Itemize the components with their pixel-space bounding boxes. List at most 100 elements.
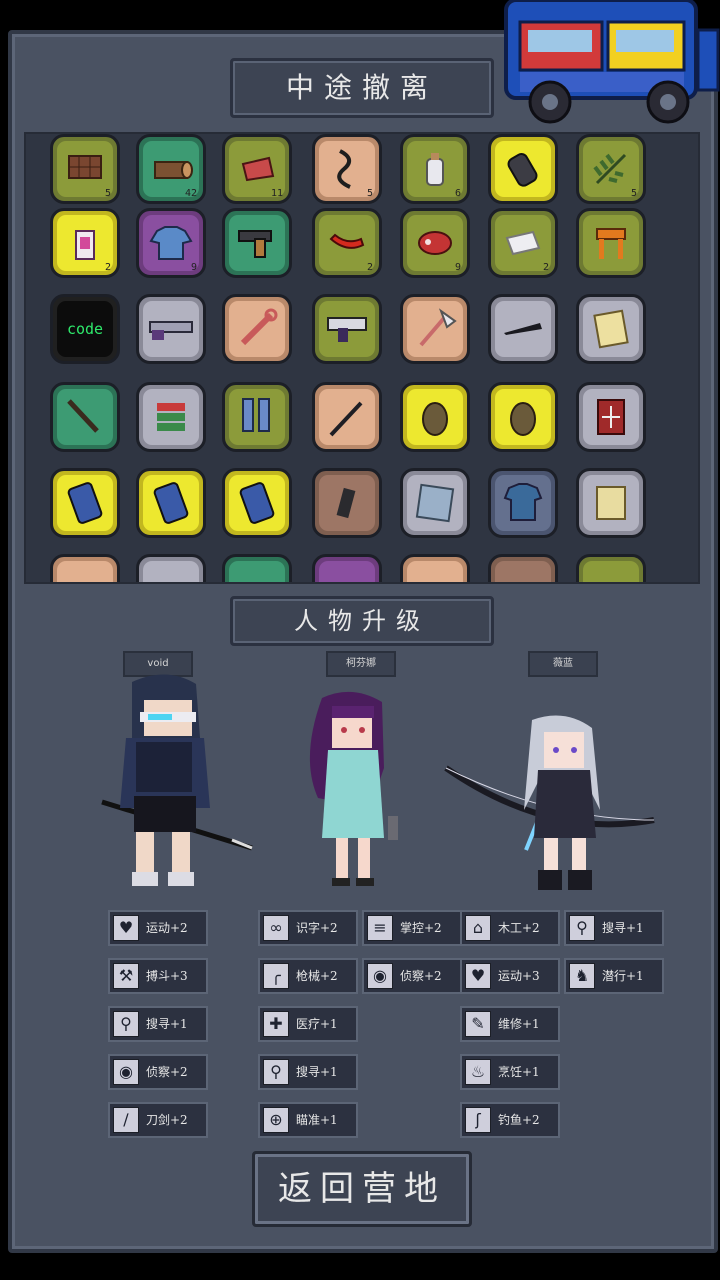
inventory-slot-recipe-card[interactable] — [576, 294, 646, 364]
skill-blade[interactable]: ∕ 刀剑+2 — [108, 1102, 208, 1138]
skill-label: 运动+2 — [146, 921, 188, 935]
inventory-slot-pinecone-grenade[interactable] — [488, 382, 558, 452]
inventory-slot-chili-pepper[interactable]: 2 — [312, 208, 382, 278]
inventory-slot-cloth[interactable]: 2 — [488, 208, 558, 278]
heart-icon: ♥ — [465, 963, 491, 989]
inventory-slot-code-book[interactable]: code — [50, 294, 120, 364]
skill-heart[interactable]: ♥ 运动+2 — [108, 910, 208, 946]
inventory-slot-red-manual[interactable] — [576, 382, 646, 452]
skill-label: 侦察+2 — [146, 1065, 188, 1079]
item-count: 5 — [630, 188, 637, 199]
character-kefenna-sprite[interactable] — [292, 688, 412, 892]
skill-eye[interactable]: ◉ 侦察+2 — [362, 958, 462, 994]
inventory-slot-steak[interactable]: 9 — [400, 208, 470, 278]
skill-dog[interactable]: ♞ 潜行+1 — [564, 958, 664, 994]
inventory-slot-battery[interactable] — [222, 468, 292, 538]
skill-label: 刀剑+2 — [146, 1113, 188, 1127]
inventory-slot-item[interactable] — [222, 554, 292, 582]
inventory-slot-salt-bottle[interactable]: 6 — [400, 134, 470, 204]
skill-claw[interactable]: ≡ 掌控+2 — [362, 910, 462, 946]
claw-icon: ≡ — [367, 915, 393, 941]
inventory-slot-rope[interactable]: 5 — [312, 134, 382, 204]
inventory-slot-armor-vest[interactable] — [488, 468, 558, 538]
skill-glasses[interactable]: ∞ 识字+2 — [258, 910, 358, 946]
skill-house[interactable]: ⌂ 木工+2 — [460, 910, 560, 946]
skill-medkit[interactable]: ✚ 医疗+1 — [258, 1006, 358, 1042]
inventory-slot-battery[interactable] — [136, 468, 206, 538]
inventory-slot-uzi[interactable] — [312, 294, 382, 364]
books-icon — [157, 403, 185, 431]
skill-cooking[interactable]: ♨ 烹饪+1 — [460, 1054, 560, 1090]
return-camp-button[interactable]: 返回营地 — [252, 1151, 472, 1227]
tool-card-icon — [596, 486, 626, 520]
inventory-slot-herb[interactable]: 5 — [576, 134, 646, 204]
character-name-kefenna: 柯芬娜 — [326, 651, 396, 677]
inventory-slot-tool-card[interactable] — [576, 468, 646, 538]
skill-target[interactable]: ⊕ 瞄准+1 — [258, 1102, 358, 1138]
skill-label: 搜寻+1 — [296, 1065, 338, 1079]
item-count: 2 — [104, 262, 111, 273]
target-icon: ⊕ — [263, 1107, 289, 1133]
skill-label: 维修+1 — [498, 1017, 540, 1031]
inventory-slot-item[interactable] — [136, 554, 206, 582]
skill-label: 潜行+1 — [602, 969, 644, 983]
inventory-slot-item[interactable] — [488, 554, 558, 582]
van-icon — [504, 0, 720, 124]
battery-icon — [239, 482, 275, 524]
skill-wrench[interactable]: ✎ 维修+1 — [460, 1006, 560, 1042]
skill-label: 搏斗+3 — [146, 969, 188, 983]
inventory-slot-axe[interactable] — [400, 294, 470, 364]
inventory-slot-item[interactable] — [400, 554, 470, 582]
magnifier-icon: ⚲ — [569, 915, 595, 941]
inventory-slot-wrench-bone[interactable] — [222, 294, 292, 364]
recipe-card-icon — [593, 309, 629, 349]
dog-icon: ♞ — [569, 963, 595, 989]
uzi-icon — [327, 317, 367, 342]
inventory-slot-log[interactable]: 42 — [136, 134, 206, 204]
skill-axe[interactable]: ⚒ 搏斗+3 — [108, 958, 208, 994]
skill-pistol[interactable]: ╭ 枪械+2 — [258, 958, 358, 994]
inventory-slot-hook-stick[interactable] — [312, 382, 382, 452]
skill-magnifier[interactable]: ⚲ 搜寻+1 — [258, 1054, 358, 1090]
inventory-slot-wooden-stool[interactable] — [576, 208, 646, 278]
skill-eye[interactable]: ◉ 侦察+2 — [108, 1054, 208, 1090]
inventory-slot-pinecone-grenade[interactable] — [400, 382, 470, 452]
inventory-slot-first-aid-kit[interactable]: 2 — [50, 208, 120, 278]
slot-background — [57, 561, 113, 582]
item-count: 6 — [454, 188, 461, 199]
skill-heart[interactable]: ♥ 运动+3 — [460, 958, 560, 994]
slot-background — [319, 561, 375, 582]
skill-fishing[interactable]: ʃ 钓鱼+2 — [460, 1102, 560, 1138]
inventory-grid[interactable]: 5 42 11 5 6 5 2 9 2 9 2 code — [24, 132, 700, 584]
axe-icon — [419, 308, 457, 347]
inventory-slot-boots[interactable] — [222, 382, 292, 452]
page-title: 中途撤离 — [230, 58, 494, 118]
inventory-slot-grenade[interactable] — [488, 134, 558, 204]
inventory-slot-chocolate[interactable]: 5 — [50, 134, 120, 204]
item-count: 5 — [366, 188, 373, 199]
slot-background — [495, 561, 551, 582]
inventory-slot-battery[interactable] — [50, 468, 120, 538]
skill-magnifier[interactable]: ⚲ 搜寻+1 — [108, 1006, 208, 1042]
magazine-icon — [336, 487, 356, 519]
steak-icon — [418, 231, 452, 255]
skill-magnifier[interactable]: ⚲ 搜寻+1 — [564, 910, 664, 946]
raw-meat-icon — [241, 156, 275, 182]
skill-label: 瞄准+1 — [296, 1113, 338, 1127]
inventory-slot-blue-shirt[interactable]: 9 — [136, 208, 206, 278]
inventory-slot-scissors-card[interactable] — [400, 468, 470, 538]
character-weilan-sprite[interactable] — [440, 710, 670, 896]
inventory-slot-pistol[interactable] — [222, 208, 292, 278]
inventory-slot-item[interactable] — [576, 554, 646, 582]
inventory-slot-item[interactable] — [312, 554, 382, 582]
inventory-slot-raw-meat[interactable]: 11 — [222, 134, 292, 204]
inventory-slot-books[interactable] — [136, 382, 206, 452]
character-void-sprite[interactable] — [92, 672, 262, 894]
inventory-slot-item[interactable] — [50, 554, 120, 582]
inventory-slot-crowbar[interactable] — [50, 382, 120, 452]
inventory-slot-magazine[interactable] — [312, 468, 382, 538]
house-icon: ⌂ — [465, 915, 491, 941]
herb-icon — [593, 153, 627, 185]
inventory-slot-knife-blade[interactable] — [488, 294, 558, 364]
inventory-slot-shotgun[interactable] — [136, 294, 206, 364]
